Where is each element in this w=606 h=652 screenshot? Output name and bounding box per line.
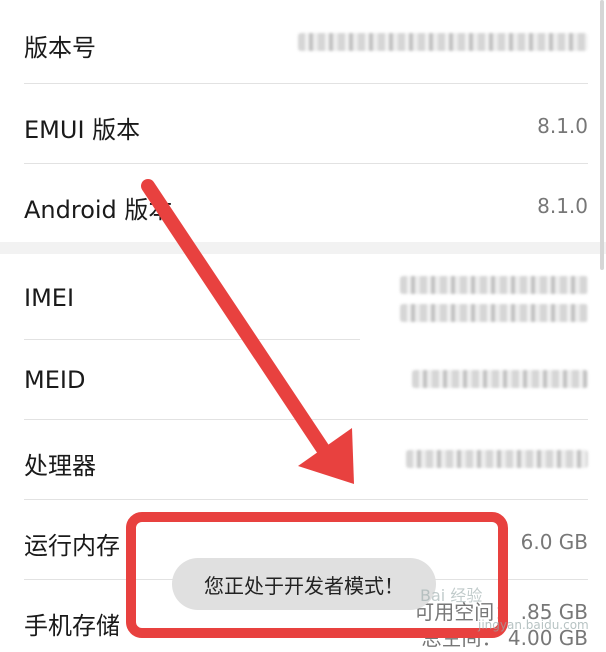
annotation-highlight-box bbox=[126, 512, 508, 638]
watermark-site: jingyan.baidu.com bbox=[478, 618, 589, 632]
watermark-brand: Bai 经验 bbox=[420, 586, 483, 605]
